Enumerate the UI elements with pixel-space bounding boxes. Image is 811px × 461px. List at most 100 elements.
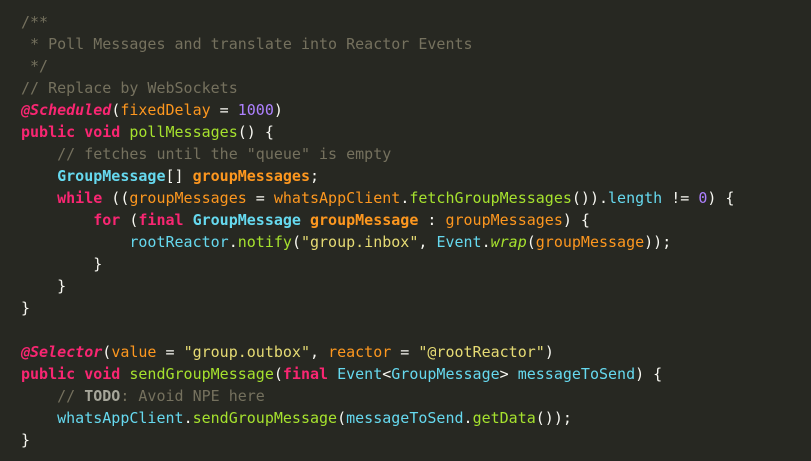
code-token-plain: )); <box>644 233 672 251</box>
code-token-number: 1000 <box>237 101 274 119</box>
code-line[interactable]: GroupMessage[] groupMessages; <box>21 165 811 187</box>
code-token-plain: ) { <box>562 211 590 229</box>
code-line[interactable]: @Selector(value = "group.outbox", reacto… <box>21 341 811 363</box>
code-token-plain: } <box>21 277 67 295</box>
code-token-keyword: for <box>93 211 121 229</box>
code-token-method-italic: wrap <box>490 233 527 251</box>
code-token-comment: * Poll Messages and translate into React… <box>21 35 473 53</box>
code-token-param: fixedDelay <box>120 101 211 119</box>
code-token-plain: ()). <box>571 189 609 207</box>
code-token-field: length <box>608 189 663 207</box>
code-token-annotation: @Selector <box>21 343 103 361</box>
code-token-plain: } <box>21 255 103 273</box>
code-line[interactable]: whatsAppClient. sendGroupMessage(messageT… <box>21 407 811 429</box>
code-token-plain: > <box>499 365 518 383</box>
code-token-plain: ()); <box>535 409 572 427</box>
code-line[interactable]: public void pollMessages() { <box>21 121 811 143</box>
code-token-plain: ) <box>273 101 283 119</box>
code-token-plain: , <box>310 343 329 361</box>
code-token-plain: ( <box>120 211 139 229</box>
code-token-keyword: while <box>57 189 103 207</box>
code-token-comment: */ <box>21 57 49 75</box>
code-token-plain: } <box>21 299 31 317</box>
code-token-plain: . <box>481 233 491 251</box>
code-token-method: pollMessages <box>129 123 238 141</box>
code-token-comment: /** <box>21 13 49 31</box>
code-line[interactable]: } <box>21 429 811 451</box>
code-token-param: reactor <box>328 343 392 361</box>
code-line[interactable]: public void sendGroupMessage(final Event… <box>21 363 811 385</box>
code-token-var: groupMessage <box>310 211 419 229</box>
code-line[interactable]: } <box>21 297 811 319</box>
code-token-field: messageToSend <box>346 409 464 427</box>
code-token-plain: ( <box>291 233 301 251</box>
code-token-field: Event <box>337 365 383 383</box>
code-token-field: Event <box>436 233 482 251</box>
code-token-string: "@rootReactor" <box>418 343 545 361</box>
code-token-string: "group.outbox" <box>183 343 310 361</box>
code-token-method: notify <box>237 233 292 251</box>
code-token-field: messageToSend <box>517 365 636 383</box>
code-token-type: GroupMessage <box>57 167 166 185</box>
code-token-field: GroupMessage <box>391 365 500 383</box>
code-line[interactable]: } <box>21 275 811 297</box>
code-token-field: rootReactor <box>129 233 229 251</box>
code-token-plain: = <box>246 189 274 207</box>
code-token-keyword: final <box>138 211 193 229</box>
code-token-param: value <box>111 343 157 361</box>
code-token-plain: . <box>463 409 473 427</box>
code-token-plain: ( <box>273 365 283 383</box>
code-line[interactable]: // fetches until the "queue" is empty <box>21 143 811 165</box>
code-token-plain: (( <box>102 189 130 207</box>
code-token-todo: TODO <box>84 387 121 405</box>
code-token-plain: ) <box>544 343 554 361</box>
code-line[interactable] <box>21 319 811 341</box>
code-token-string: "group.inbox" <box>300 233 419 251</box>
code-line[interactable]: // Replace by WebSockets <box>21 77 811 99</box>
code-token-method: fetchGroupMessages <box>409 189 572 207</box>
code-token-plain: } <box>21 431 31 449</box>
code-token-plain: ) { <box>635 365 663 383</box>
code-token-plain: . <box>228 233 238 251</box>
code-line[interactable]: rootReactor.notify("group.inbox", Event.… <box>21 231 811 253</box>
code-token-plain: = <box>391 343 419 361</box>
code-token-plain: = <box>156 343 184 361</box>
code-line[interactable]: * Poll Messages and translate into React… <box>21 33 811 55</box>
code-token-plain: ; <box>310 167 320 185</box>
code-token-plain: ( <box>102 343 112 361</box>
code-token-plain: ( <box>526 233 536 251</box>
code-line[interactable]: // TODO: Avoid NPE here <box>21 385 811 407</box>
code-token-plain: ( <box>337 409 347 427</box>
code-token-method: sendGroupMessage <box>129 365 274 383</box>
code-token-plain: < <box>382 365 392 383</box>
code-token-plain: ) { <box>707 189 735 207</box>
code-line[interactable]: @Scheduled(fixedDelay = 1000) <box>21 99 811 121</box>
code-line[interactable]: */ <box>21 55 811 77</box>
code-line[interactable]: for (final GroupMessage groupMessage : g… <box>21 209 811 231</box>
code-token-param: groupMessage <box>535 233 645 251</box>
code-token-keyword: final <box>282 365 338 383</box>
code-editor[interactable]: /** * Poll Messages and translate into R… <box>0 0 811 461</box>
code-token-comment: // Replace by WebSockets <box>21 79 238 97</box>
code-token-plain: : <box>418 211 446 229</box>
code-token-param: groupMessages <box>129 189 247 207</box>
code-token-param: groupMessages <box>445 211 563 229</box>
code-line[interactable]: while ((groupMessages = whatsAppClient.f… <box>21 187 811 209</box>
code-token-param: whatsAppClient <box>273 189 401 207</box>
code-token-plain: . <box>400 189 410 207</box>
code-token-keyword: public void <box>21 123 130 141</box>
code-line[interactable]: /** <box>21 11 811 33</box>
code-token-plain: != <box>662 189 699 207</box>
code-line[interactable]: } <box>21 253 811 275</box>
code-token-method: sendGroupMessage <box>192 409 338 427</box>
code-token-plain: , <box>418 233 437 251</box>
code-token-field: whatsAppClient <box>57 409 184 427</box>
